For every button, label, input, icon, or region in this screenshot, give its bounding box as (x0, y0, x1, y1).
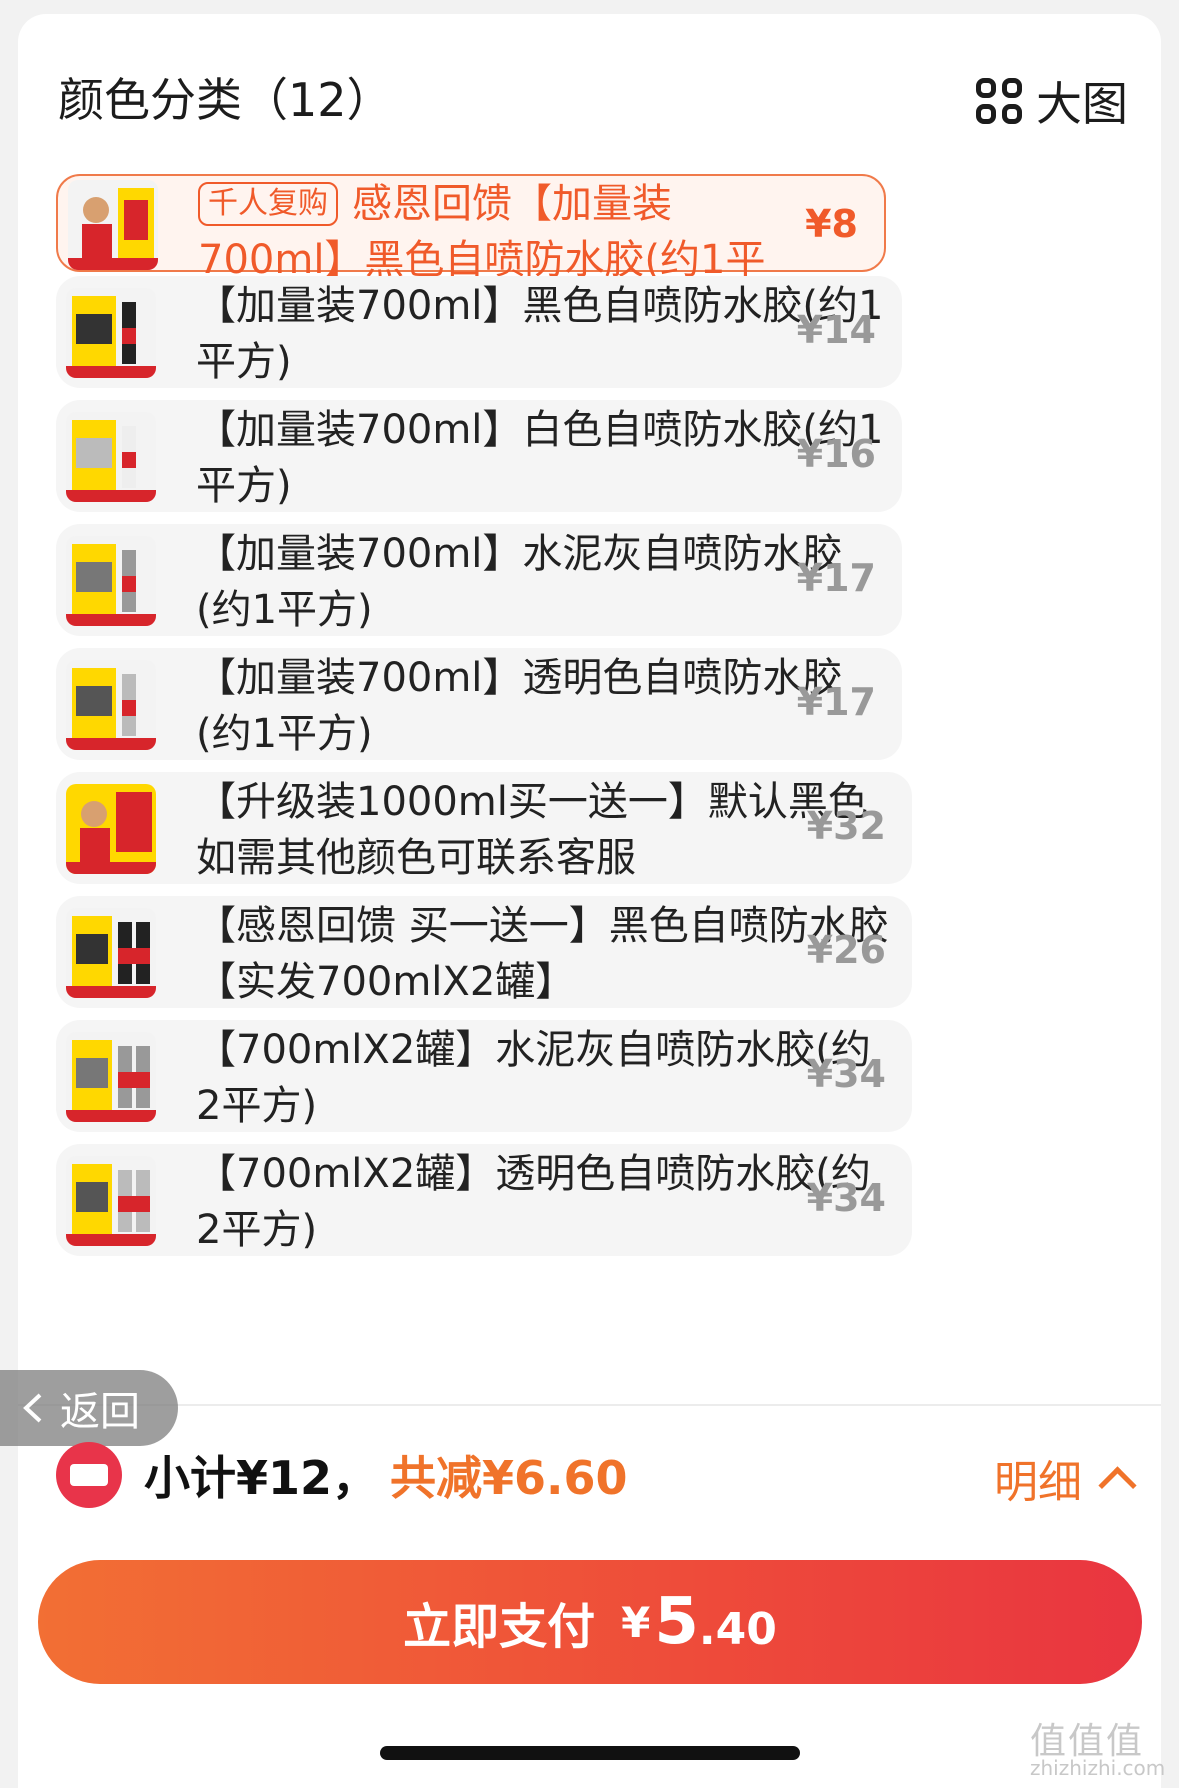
pay-amount-integer: 5 (654, 1585, 699, 1659)
sku-thumbnail (66, 288, 156, 378)
home-indicator (380, 1746, 800, 1760)
sku-price: ¥17 (796, 556, 876, 600)
sku-name: 【700mlX2罐】水泥灰自喷防水胶(约2平方) (196, 1027, 871, 1129)
sku-name: 【加量装700ml】透明色自喷防水胶(约1平方) (196, 655, 843, 757)
pay-currency: ¥ (621, 1597, 651, 1647)
sku-option-0[interactable]: 千人复购感恩回馈【加量装700ml】黑色自喷防水胶(约1平方) ¥8 (56, 174, 886, 339)
repurchase-badge: 千人复购 (198, 182, 338, 226)
sku-name: 【感恩回馈 买一送一】黑色自喷防水胶【实发700mlX2罐】 (196, 903, 889, 1005)
sku-name: 【加量装700ml】黑色自喷防水胶(约1平方) (196, 283, 884, 385)
footer-divider (18, 1404, 1161, 1406)
sku-price: ¥17 (796, 680, 876, 724)
sku-name: 【升级装1000ml买一送一】默认黑色 如需其他颜色可联系客服 (196, 779, 868, 881)
sku-list: 千人复购感恩回馈【加量装700ml】黑色自喷防水胶(约1平方) ¥8 【加量装7… (56, 174, 1016, 1406)
sku-option-3[interactable]: 【加量装700ml】水泥灰自喷防水胶(约1平方) ¥17 (56, 524, 902, 636)
chevron-left-icon (23, 1393, 42, 1423)
sku-price: ¥26 (806, 928, 886, 972)
sku-price: ¥34 (806, 1052, 886, 1096)
price-detail-toggle[interactable]: 明细 (994, 1446, 1137, 1510)
sku-thumbnail (66, 1156, 156, 1246)
discount-text: 共减¥6.60 (390, 1451, 628, 1505)
price-summary: 小计¥12， 共减¥6.60 (56, 1440, 628, 1510)
view-toggle-button[interactable]: 大图 (976, 68, 1128, 134)
sku-name: 【加量装700ml】白色自喷防水胶(约1平方) (196, 407, 884, 509)
sku-option-6[interactable]: 【感恩回馈 买一送一】黑色自喷防水胶【实发700mlX2罐】 ¥26 (56, 896, 912, 1008)
chevron-up-icon (1098, 1465, 1137, 1505)
sku-thumbnail (66, 1032, 156, 1122)
sheet-title: 颜色分类（12） (58, 73, 393, 127)
pay-amount-decimal: .40 (698, 1603, 777, 1655)
grid-view-icon (976, 78, 1022, 124)
back-label: 返回 (60, 1389, 140, 1435)
pay-label: 立即支付 (403, 1599, 596, 1655)
sku-price: ¥16 (796, 432, 876, 476)
view-toggle-label: 大图 (1036, 77, 1128, 131)
subtotal-text: 小计¥12， (144, 1451, 379, 1505)
sku-thumbnail (68, 180, 158, 270)
sku-option-2[interactable]: 【加量装700ml】白色自喷防水胶(约1平方) ¥16 (56, 400, 902, 512)
detail-label: 明细 (994, 1457, 1082, 1508)
sku-price: ¥32 (806, 804, 886, 848)
coupon-icon (56, 1442, 122, 1508)
sku-price: ¥34 (806, 1176, 886, 1220)
sku-option-1[interactable]: 【加量装700ml】黑色自喷防水胶(约1平方) ¥14 (56, 276, 902, 388)
sku-name: 【700mlX2罐】透明色自喷防水胶(约2平方) (196, 1151, 871, 1253)
pay-now-button[interactable]: 立即支付 ¥ 5 .40 (38, 1560, 1142, 1684)
back-button[interactable]: 返回 (0, 1370, 178, 1446)
sku-option-8[interactable]: 【700mlX2罐】透明色自喷防水胶(约2平方) ¥34 (56, 1144, 912, 1256)
sku-thumbnail (66, 536, 156, 626)
sku-thumbnail (66, 412, 156, 502)
sku-option-5[interactable]: 【升级装1000ml买一送一】默认黑色 如需其他颜色可联系客服 ¥32 (56, 772, 912, 884)
sku-name: 【加量装700ml】水泥灰自喷防水胶(约1平方) (196, 531, 843, 633)
watermark-url: zhizhizhi.com (1030, 1756, 1166, 1780)
sku-price: ¥14 (796, 308, 876, 352)
sku-thumbnail (66, 784, 156, 874)
sku-thumbnail (66, 660, 156, 750)
sku-thumbnail (66, 908, 156, 998)
sku-price: ¥8 (805, 202, 858, 246)
sku-option-7[interactable]: 【700mlX2罐】水泥灰自喷防水胶(约2平方) ¥34 (56, 1020, 912, 1132)
sku-option-4[interactable]: 【加量装700ml】透明色自喷防水胶(约1平方) ¥17 (56, 648, 902, 760)
